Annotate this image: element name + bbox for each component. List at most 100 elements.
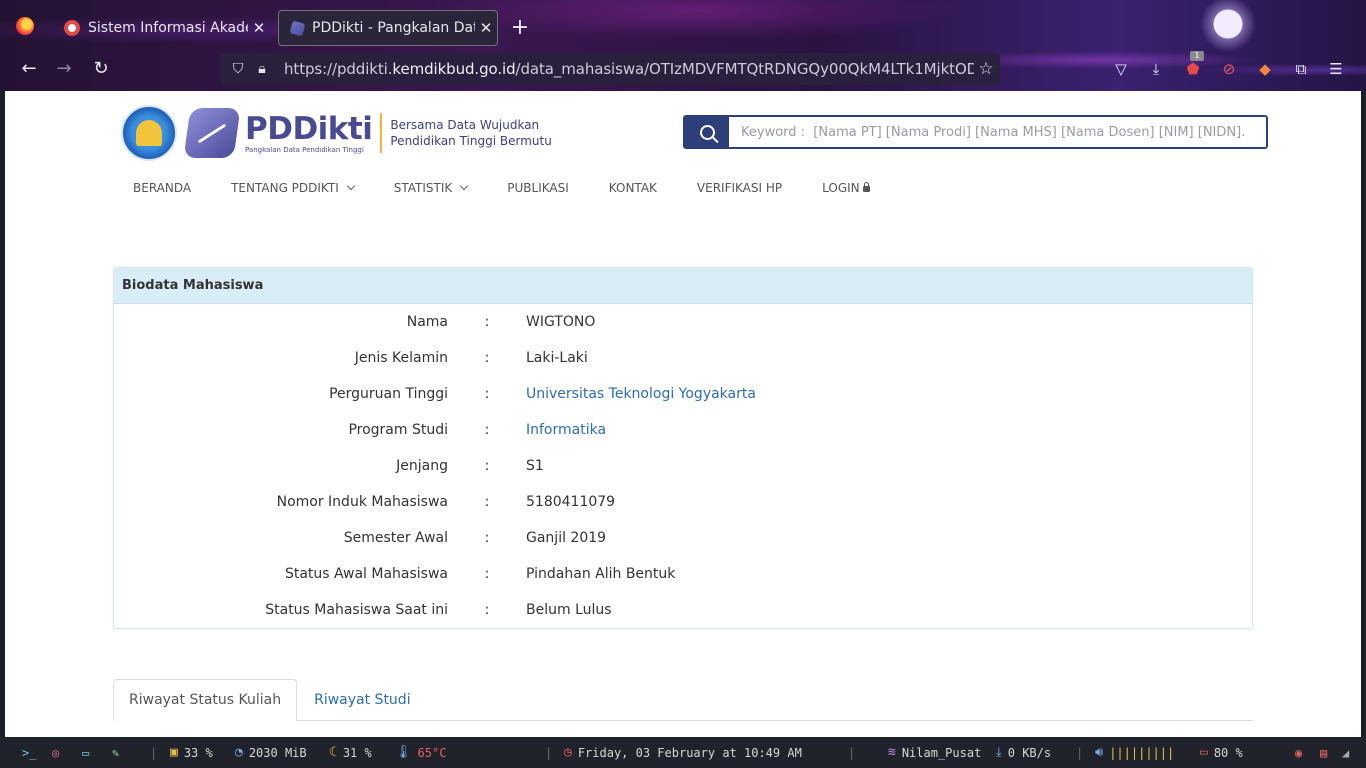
clock-value: Friday, 03 February at 10:49 AM: [577, 745, 802, 760]
field-value: 5180411079: [526, 494, 616, 510]
menu-label: LOGIN: [822, 181, 860, 195]
editor-icon[interactable]: ✎: [112, 737, 119, 768]
search-bar: [683, 115, 1268, 149]
tray-app-icon[interactable]: ◉: [1295, 737, 1302, 768]
files-icon[interactable]: ▭: [82, 737, 89, 768]
extensions-puzzle-icon[interactable]: ⧉: [1289, 57, 1313, 81]
field-separator: :: [484, 422, 490, 438]
extension-icon[interactable]: ◆: [1253, 57, 1277, 81]
study-program-link[interactable]: Informatika: [526, 422, 606, 438]
clock-widget[interactable]: ◷ Friday, 03 February at 10:49 AM: [564, 737, 802, 768]
pddikti-favicon-icon: [289, 20, 306, 36]
biodata-panel: Biodata Mahasiswa Nama : WIGTONO Jenis K…: [113, 267, 1253, 629]
system-status-bar: >_ ◎ ▭ ✎ | ▣ 33 % ◔ 2030 MiB ☾ 31 % 🌡︎ 6…: [0, 737, 1366, 768]
close-tab-icon[interactable]: ✕: [248, 19, 270, 37]
site-logo[interactable]: PDDikti Pangkalan Data Pendidikan Tinggi…: [121, 105, 552, 161]
cpu-icon: ▣: [170, 745, 178, 760]
browser-chrome: Sistem Informasi Akadem ✕ PDDikti - Pang…: [0, 0, 1366, 91]
biodata-row-nama: Nama : WIGTONO: [114, 304, 1252, 340]
field-value: Laki-Laki: [526, 350, 588, 366]
menu-item-tentang-pddikti[interactable]: TENTANG PDDIKTI: [231, 181, 355, 195]
tab-riwayat-status-kuliah[interactable]: Riwayat Status Kuliah: [113, 679, 298, 721]
lock-icon[interactable]: 🔒︎: [252, 61, 272, 77]
bookmark-star-icon[interactable]: ☆: [974, 59, 998, 79]
main-menu: BERANDA TENTANG PDDIKTI STATISTIK PUBLIK…: [133, 181, 910, 195]
address-bar[interactable]: ⛉ 🔒︎ https://pddikti.kemdikbud.go.id/dat…: [220, 53, 1000, 85]
reload-icon[interactable]: ↻: [89, 57, 113, 81]
menu-item-statistik[interactable]: STATISTIK: [394, 181, 469, 195]
field-label: Status Awal Mahasiswa: [284, 566, 448, 582]
back-icon[interactable]: ←: [17, 57, 41, 81]
menu-item-verifikasi-hp[interactable]: VERIFIKASI HP: [697, 181, 782, 195]
wifi-widget[interactable]: ≋ Nilam_Pusat: [888, 737, 981, 768]
brightness-widget: ☾ 31 %: [329, 737, 372, 768]
tagline: Bersama Data Wujudkan Pendidikan Tinggi …: [390, 117, 551, 149]
wifi-icon: ≋: [888, 745, 896, 760]
field-separator: :: [484, 458, 490, 474]
tray-signal-icon[interactable]: ◢: [1342, 737, 1349, 768]
biodata-row-status-awal: Status Awal Mahasiswa : Pindahan Alih Be…: [114, 556, 1252, 592]
brand-name: PDDikti: [245, 111, 373, 147]
tagline-line2: Pendidikan Tinggi Bermutu: [390, 134, 552, 148]
battery-value: 80 %: [1213, 745, 1243, 760]
url-text[interactable]: https://pddikti.kemdikbud.go.id/data_mah…: [284, 60, 974, 78]
search-button[interactable]: [685, 117, 729, 147]
clock-icon: ◷: [564, 745, 572, 760]
university-link[interactable]: Universitas Teknologi Yogyakarta: [526, 386, 756, 402]
cpu-widget: ▣ 33 %: [170, 737, 213, 768]
menu-item-kontak[interactable]: KONTAK: [609, 181, 657, 195]
volume-widget[interactable]: 🔊︎ |||||||||: [1095, 737, 1174, 768]
tab-title: Sistem Informasi Akadem: [88, 20, 248, 36]
browser-launcher-icon[interactable]: ◎: [52, 737, 59, 768]
siakad-favicon-icon: [64, 20, 80, 36]
status-divider: |: [1076, 745, 1084, 760]
tray-screen-icon[interactable]: ▤: [1320, 737, 1327, 768]
tracking-shield-icon[interactable]: ⛉: [228, 61, 248, 77]
logo-divider: [380, 113, 383, 153]
field-separator: :: [484, 350, 490, 366]
temperature-value: 65°C: [417, 745, 447, 760]
search-input[interactable]: [729, 117, 1266, 147]
field-separator: :: [484, 494, 490, 510]
biodata-row-nim: Nomor Induk Mahasiswa : 5180411079: [114, 484, 1252, 520]
field-separator: :: [484, 530, 490, 546]
cpu-value: 33 %: [183, 745, 213, 760]
tab-title: PDDikti - Pangkalan Data: [312, 20, 475, 36]
field-label: Program Studi: [348, 422, 448, 438]
field-value: Ganjil 2019: [526, 530, 607, 546]
search-icon: [699, 124, 715, 140]
menu-item-login[interactable]: LOGIN: [822, 181, 870, 195]
network-speed-widget: ⤓ 0 KB/s: [996, 737, 1051, 768]
field-separator: :: [484, 386, 490, 402]
menu-item-publikasi[interactable]: PUBLIKASI: [507, 181, 569, 195]
biodata-row-semester-awal: Semester Awal : Ganjil 2019: [114, 520, 1252, 556]
url-path: /data_mahasiswa/OTIzMDVFMTQtRDNGQy00QkM4…: [515, 60, 974, 78]
wifi-value: Nilam_Pusat: [901, 745, 982, 760]
forward-icon[interactable]: →: [52, 57, 76, 81]
terminal-icon[interactable]: >_: [22, 737, 36, 768]
tut-wuri-handayani-logo: [121, 105, 177, 161]
speaker-icon: 🔊︎: [1095, 745, 1104, 760]
new-tab-button[interactable]: +: [508, 16, 532, 40]
url-domain: kemdikbud.go.id: [392, 60, 516, 78]
memory-widget: ◔ 2030 MiB: [235, 737, 307, 768]
biodata-row-status-saat-ini: Status Mahasiswa Saat ini : Belum Lulus: [114, 592, 1252, 628]
pddikti-logo-mark: [183, 108, 241, 158]
browser-tab-pddikti[interactable]: PDDikti - Pangkalan Data ✕: [278, 10, 498, 46]
blocker-extension-icon[interactable]: ⊘: [1217, 57, 1241, 81]
downloads-icon[interactable]: ⤓: [1144, 57, 1168, 81]
menu-label: KONTAK: [608, 181, 657, 195]
pocket-icon[interactable]: ▽: [1109, 57, 1133, 81]
field-value: WIGTONO: [526, 314, 596, 330]
biodata-row-perguruan-tinggi: Perguruan Tinggi : Universitas Teknologi…: [114, 376, 1252, 412]
browser-tab-siakad[interactable]: Sistem Informasi Akadem ✕: [52, 10, 270, 46]
hamburger-menu-icon[interactable]: ☰: [1324, 57, 1348, 81]
field-label: Perguruan Tinggi: [329, 386, 448, 402]
field-label: Nama: [406, 314, 448, 330]
close-tab-icon[interactable]: ✕: [475, 19, 497, 37]
tab-riwayat-studi[interactable]: Riwayat Studi: [299, 679, 425, 721]
tab-bar: Sistem Informasi Akadem ✕ PDDikti - Pang…: [0, 6, 1366, 46]
menu-item-beranda[interactable]: BERANDA: [133, 181, 191, 195]
firefox-menu-icon[interactable]: [16, 17, 34, 35]
field-value: S1: [526, 458, 544, 474]
